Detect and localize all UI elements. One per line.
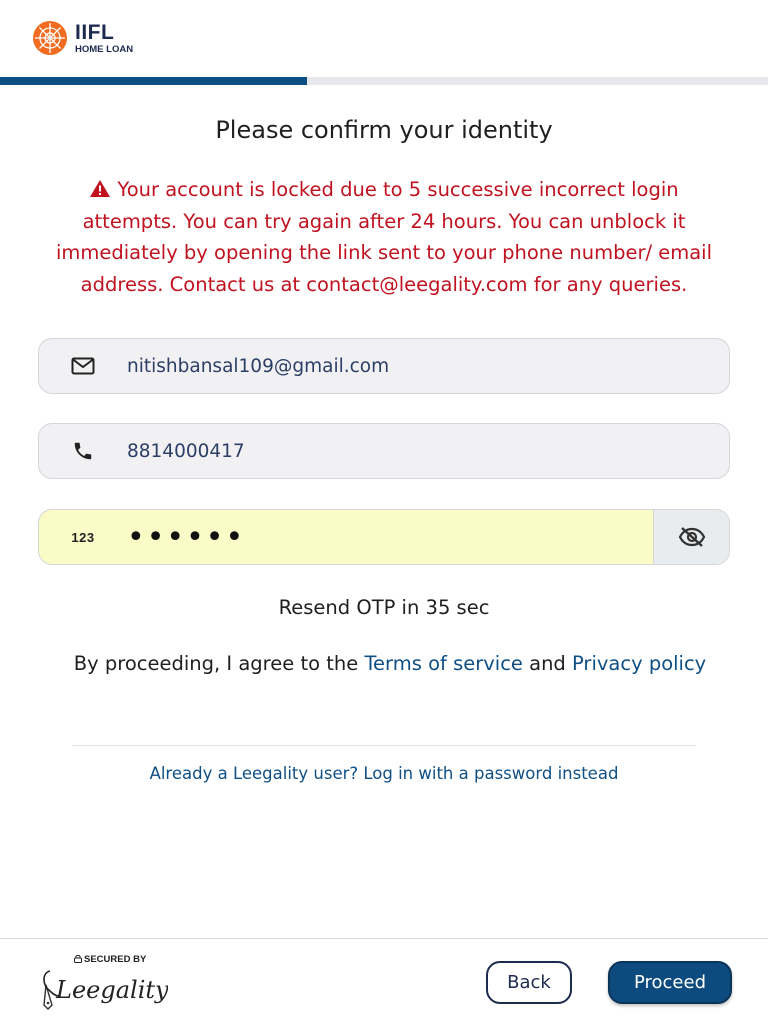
proceed-button[interactable]: Proceed — [608, 961, 732, 1004]
warning-icon — [90, 180, 111, 197]
alert-message: Your account is locked due to 5 successi… — [55, 178, 713, 296]
toggle-visibility-button[interactable] — [653, 510, 729, 564]
email-value: nitishbansal109@gmail.com — [127, 355, 390, 377]
leegality-logo-icon: Leegality — [43, 970, 169, 1010]
resend-otp-timer: Resend OTP in 35 sec — [278, 596, 490, 619]
phone-icon — [39, 424, 127, 478]
lock-icon — [74, 955, 82, 963]
numeric-icon-text: 123 — [71, 529, 95, 545]
envelope-icon — [39, 339, 127, 393]
secured-by-text: SECURED BY — [84, 954, 147, 965]
privacy-policy-link[interactable]: Privacy policy — [572, 652, 706, 675]
otp-value: •••••• — [127, 519, 246, 555]
page-title: Please confirm your identity — [215, 116, 553, 144]
iifl-logo: IIFL HOME LOAN — [30, 20, 133, 56]
agree-and: and — [522, 652, 573, 675]
brand-name: Leegality — [55, 976, 168, 1004]
footer-bar: SECURED BY Leegality Back Proceed — [0, 938, 768, 1024]
logo-title: IIFL — [75, 20, 115, 44]
secured-by-label: SECURED BY — [74, 954, 146, 965]
phone-value: 8814000417 — [127, 440, 245, 462]
numeric-icon: 123 — [39, 510, 127, 564]
logo-subtitle: HOME LOAN — [75, 43, 134, 55]
terms-of-service-link[interactable]: Terms of service — [364, 652, 522, 675]
terms-agreement: By proceeding, I agree to the Terms of s… — [40, 648, 740, 680]
iifl-logo-icon — [33, 21, 67, 55]
app-header: IIFL HOME LOAN — [0, 0, 768, 76]
progress-bar-fill — [0, 77, 308, 85]
password-login-link[interactable]: Already a Leegality user? Log in with a … — [0, 764, 768, 783]
progress-bar — [0, 77, 768, 85]
email-field[interactable]: nitishbansal109@gmail.com — [38, 338, 730, 394]
agree-prefix: By proceeding, I agree to the — [73, 652, 365, 675]
otp-input[interactable]: •••••• — [127, 510, 653, 564]
back-button[interactable]: Back — [486, 961, 572, 1004]
leegality-logo: Leegality — [40, 965, 169, 1017]
account-locked-alert: Your account is locked due to 5 successi… — [50, 174, 718, 300]
otp-field[interactable]: 123 •••••• — [38, 509, 730, 565]
phone-field[interactable]: 8814000417 — [38, 423, 730, 479]
eye-off-icon — [678, 527, 705, 547]
divider — [72, 745, 696, 746]
